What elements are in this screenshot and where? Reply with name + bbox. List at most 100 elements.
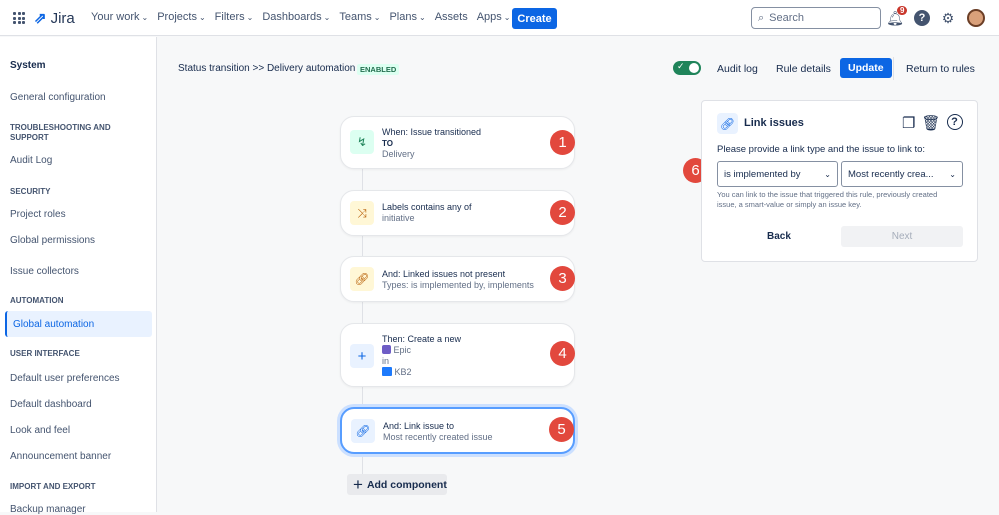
sidebar-item-audit-log[interactable]: Audit Log: [10, 155, 52, 166]
component-condition[interactable]: ⤨ Labels contains any of initiative 2: [340, 190, 575, 236]
nav-apps[interactable]: Apps ⌄: [477, 11, 511, 23]
nav-teams[interactable]: Teams ⌄: [339, 11, 380, 23]
next-button[interactable]: Next: [841, 226, 963, 247]
link-icon: 🔗︎: [717, 113, 738, 134]
component-title: And: Linked issues not present: [382, 269, 506, 279]
help-text: You can link to the issue that triggered…: [717, 190, 938, 209]
component-detail: Most recently created issue: [383, 432, 493, 442]
condition-shuffle-icon: ⤨: [350, 201, 374, 225]
sidebar-heading: Import and export: [10, 482, 96, 491]
sidebar-item-default-user-preferences[interactable]: Default user preferences: [10, 373, 120, 384]
check-icon: ✓: [677, 61, 685, 71]
avatar[interactable]: [967, 9, 985, 27]
chevron-down-icon: ⌄: [141, 13, 149, 22]
sidebar-item-general-configuration[interactable]: General configuration: [10, 92, 106, 103]
component-condition-linked[interactable]: 🔗︎ And: Linked issues not present Types: …: [340, 256, 575, 302]
panel-prompt: Please provide a link type and the issue…: [717, 144, 926, 155]
component-detail: Types: is implemented by, implements: [382, 280, 534, 290]
settings-gear-icon[interactable]: ⚙: [940, 10, 956, 26]
notification-count: 9: [897, 6, 908, 15]
sidebar-heading: User interface: [10, 349, 80, 358]
component-title: Labels contains any of: [382, 202, 472, 212]
back-button[interactable]: Back: [767, 231, 791, 242]
issue-select[interactable]: Most recently crea... ⌄: [841, 161, 963, 187]
step-marker: 3: [550, 266, 575, 291]
search-icon: ⌕: [758, 11, 765, 24]
trash-icon[interactable]: 🗑︎: [921, 114, 940, 132]
step-marker: 2: [550, 200, 575, 225]
link-type-select[interactable]: is implemented by ⌄: [717, 161, 838, 187]
create-button[interactable]: Create: [512, 8, 557, 29]
chevron-down-icon: ⌄: [198, 13, 206, 22]
status-badge: ENABLED: [357, 64, 400, 75]
component-detail: TO: [382, 139, 393, 148]
rule-details-button[interactable]: Rule details: [776, 60, 831, 78]
sidebar-heading: Automation: [10, 296, 64, 305]
chevron-down-icon: ⌄: [503, 13, 511, 22]
sidebar-item-project-roles[interactable]: Project roles: [10, 209, 66, 220]
audit-log-button[interactable]: Audit log: [717, 60, 758, 78]
help-icon[interactable]: ?: [914, 10, 930, 26]
link-icon: 🔗︎: [350, 267, 374, 291]
nav-projects[interactable]: Projects ⌄: [157, 11, 205, 23]
nav-assets[interactable]: Assets: [435, 11, 468, 23]
transition-icon: ↯: [350, 130, 374, 154]
sidebar-item-default-dashboard[interactable]: Default dashboard: [10, 399, 92, 410]
issue-type: Epic: [393, 345, 412, 355]
help-icon[interactable]: ?: [946, 114, 963, 130]
jira-logo[interactable]: ⇗ Jira: [34, 9, 75, 28]
step-marker: 4: [550, 341, 575, 366]
app-switcher-icon[interactable]: [13, 12, 25, 24]
component-title: Then: Create a new: [382, 334, 462, 344]
nav-filters[interactable]: Filters ⌄: [215, 11, 254, 23]
component-title: When: Issue transitioned: [382, 127, 482, 137]
add-component-button[interactable]: + Add component: [347, 474, 447, 495]
nav-plans[interactable]: Plans ⌄: [389, 11, 425, 23]
component-title: And: Link issue to: [383, 421, 455, 431]
component-action-create[interactable]: + Then: Create a new Epic in KB2 4: [340, 323, 575, 387]
panel-title: Link issues: [744, 117, 804, 129]
rule-enabled-toggle[interactable]: ✓: [673, 61, 701, 75]
sidebar-item-look-and-feel[interactable]: Look and feel: [10, 425, 70, 436]
breadcrumb: Status transition >> Delivery automation: [178, 63, 356, 74]
component-detail: in: [382, 356, 390, 366]
sidebar-item-global-automation[interactable]: Global automation: [5, 311, 152, 337]
epic-icon: [382, 345, 391, 354]
plus-icon: +: [353, 474, 363, 494]
return-to-rules-button[interactable]: Return to rules: [906, 60, 975, 78]
chevron-down-icon: ⌄: [323, 13, 331, 22]
duplicate-icon[interactable]: ❐: [902, 114, 915, 132]
plus-icon: +: [350, 344, 374, 368]
sidebar-item-backup-manager[interactable]: Backup manager: [10, 504, 86, 515]
project-icon: [382, 367, 392, 376]
top-nav: ⇗ Jira Your work ⌄ Projects ⌄ Filters ⌄ Dashboa…: [0, 0, 999, 36]
sidebar: System General configuration Troubleshoot…: [0, 37, 157, 515]
sidebar-item-global-permissions[interactable]: Global permissions: [10, 235, 95, 246]
search-input[interactable]: ⌕ Search: [751, 7, 881, 29]
chevron-down-icon: ⌄: [824, 169, 831, 179]
component-detail: initiative: [382, 213, 415, 223]
sidebar-item-issue-collectors[interactable]: Issue collectors: [10, 266, 79, 277]
chevron-down-icon: ⌄: [949, 169, 956, 179]
chevron-down-icon: ⌄: [419, 13, 426, 22]
jira-logo-icon: ⇗: [34, 10, 47, 27]
step-marker: 1: [550, 130, 575, 155]
update-button[interactable]: Update: [840, 58, 892, 78]
component-action-link[interactable]: 🔗︎ And: Link issue to Most recently creat…: [340, 407, 575, 454]
nav-your-work[interactable]: Your work ⌄: [91, 11, 148, 23]
nav-dashboards[interactable]: Dashboards ⌄: [262, 11, 330, 23]
sidebar-item-announcement-banner[interactable]: Announcement banner: [10, 451, 111, 462]
main-nav: Your work ⌄ Projects ⌄ Filters ⌄ Dashboards ⌄ Te…: [91, 11, 511, 23]
chevron-down-icon: ⌄: [373, 13, 381, 22]
component-detail: Delivery: [382, 149, 415, 159]
sidebar-heading: Troubleshooting and support: [10, 123, 111, 142]
sidebar-heading: Security: [10, 187, 51, 196]
component-trigger[interactable]: ↯ When: Issue transitioned TO Delivery 1: [340, 116, 575, 169]
chevron-down-icon: ⌄: [246, 13, 254, 22]
divider: [893, 57, 894, 80]
project-name: KB2: [394, 367, 412, 377]
step-marker: 5: [549, 417, 574, 442]
sidebar-title: System: [10, 60, 46, 71]
link-icon: 🔗︎: [351, 419, 375, 443]
link-issues-panel: 🔗︎ Link issues ❐ 🗑︎? Please provide a lin…: [701, 100, 978, 262]
